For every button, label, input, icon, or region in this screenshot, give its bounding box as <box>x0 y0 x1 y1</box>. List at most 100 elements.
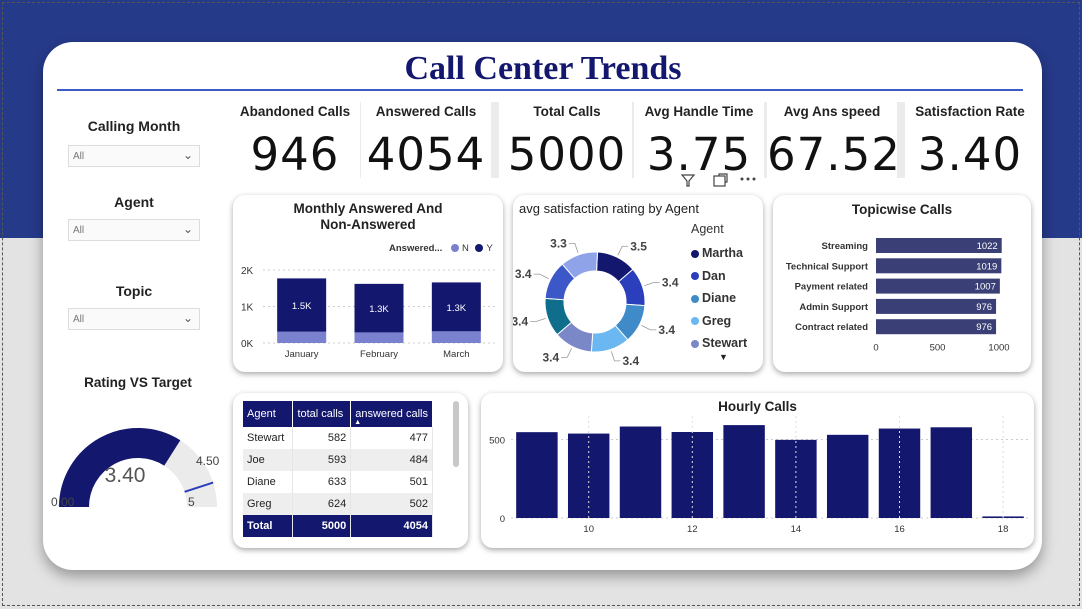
cell-total-calls: 633 <box>292 471 352 493</box>
monthly-chart-plot: 2K 1K 0K 1.5K January 1.3K February 1.3K March <box>241 266 495 360</box>
leader-line <box>644 282 660 287</box>
donut-chart-card[interactable]: avg satisfaction rating by Agent 3.5 3.4 3… <box>513 195 763 372</box>
slicer-label-topic: Topic <box>115 283 153 299</box>
table-scrollbar[interactable] <box>453 401 459 467</box>
leader-line <box>530 317 546 322</box>
data-label: 976 <box>976 322 992 333</box>
leader-line <box>561 348 573 358</box>
chevron-down-icon[interactable]: ⌄ <box>183 148 193 162</box>
y-tick-label: 0 <box>500 514 505 525</box>
cell-total-calls: 624 <box>292 493 352 515</box>
column-header-total-calls[interactable]: total calls <box>292 401 352 427</box>
slicer-topic[interactable]: All ⌄ <box>68 308 200 330</box>
bar-hour[interactable] <box>671 432 714 518</box>
legend-marker <box>691 294 699 303</box>
bar-hour[interactable] <box>516 432 558 518</box>
kpi-label: Satisfaction Rate <box>915 104 1025 119</box>
bar-non-answered[interactable] <box>431 331 481 343</box>
kpi-total-calls[interactable]: Total Calls 5000 <box>502 102 640 181</box>
category-label: Streaming <box>822 241 869 252</box>
x-tick-label: March <box>443 349 469 360</box>
kpi-divider <box>491 102 499 178</box>
cell-answered-calls: 501 <box>350 471 433 493</box>
title-divider <box>57 89 1023 91</box>
legend-item-diane[interactable]: Diane <box>691 287 747 310</box>
kpi-avg-ans-speed[interactable]: Avg Ans speed 67.52 <box>767 102 905 181</box>
bar-hour[interactable] <box>723 425 765 518</box>
filter-icon[interactable] <box>680 174 696 187</box>
slicer-value-agent: All <box>73 225 85 236</box>
donut-legend-title: Agent <box>691 222 724 236</box>
donut-legend: Martha Dan Diane Greg Stewart <box>691 242 747 355</box>
legend-label: Greg <box>702 313 732 328</box>
gauge-max-label: 5 <box>188 495 195 509</box>
legend-label: Dan <box>702 268 726 283</box>
sort-ascending-icon[interactable]: ▲ <box>354 419 361 426</box>
bar-non-answered[interactable] <box>354 332 404 343</box>
page-title: Call Center Trends <box>404 50 682 87</box>
kpi-label: Total Calls <box>533 104 601 119</box>
data-label: 3.4 <box>542 350 559 364</box>
legend-marker <box>691 272 699 281</box>
agent-table-card[interactable]: Agent total calls answered calls ▲ Stewa… <box>233 393 468 548</box>
y-tick-label: 0K <box>241 339 254 350</box>
hourly-chart-card[interactable]: Hourly Calls 500 0 10 12 14 16 18 <box>481 393 1034 548</box>
data-label: 3.4 <box>658 323 675 337</box>
table-row[interactable]: Greg 624 502 <box>243 493 433 515</box>
table-row[interactable]: Diane 633 501 <box>243 471 433 493</box>
legend-more-icon[interactable]: ▼ <box>719 352 728 362</box>
x-tick-label: 10 <box>583 524 594 535</box>
slicer-label-calling-month: Calling Month <box>87 118 181 134</box>
data-label: 976 <box>976 302 992 313</box>
bar-hour[interactable] <box>619 426 662 518</box>
data-label: 1019 <box>976 261 997 272</box>
monthly-chart-card[interactable]: Monthly Answered And Non-Answered Answer… <box>233 195 503 372</box>
slicer-calling-month[interactable]: All ⌄ <box>68 145 200 167</box>
bar-non-answered[interactable] <box>277 331 327 343</box>
table-row[interactable]: Joe 593 484 <box>243 449 433 471</box>
kpi-value: 5000 <box>507 128 627 181</box>
gauge-min-label: 0.00 <box>51 495 75 509</box>
column-header-answered-calls[interactable]: answered calls ▲ <box>350 401 433 427</box>
data-label: 3.3 <box>550 236 567 250</box>
bar-hour[interactable] <box>930 427 973 518</box>
gauge-target-label: 4.50 <box>196 454 220 468</box>
more-options-icon[interactable] <box>740 177 756 181</box>
cell-agent: Greg <box>243 493 294 515</box>
kpi-abandoned-calls[interactable]: Abandoned Calls 946 <box>230 102 368 181</box>
topic-chart-plot: Streaming 1022 Technical Support 1019 Paymen… <box>786 238 1010 354</box>
legend-item-greg[interactable]: Greg <box>691 310 747 333</box>
slicer-value-calling-month: All <box>73 151 85 162</box>
data-label: 1.3K <box>369 304 389 315</box>
legend-item-dan[interactable]: Dan <box>691 265 747 288</box>
column-header-agent[interactable]: Agent <box>243 401 294 427</box>
chevron-down-icon[interactable]: ⌄ <box>183 311 193 325</box>
slicer-label-agent: Agent <box>114 194 154 210</box>
x-tick-label: 12 <box>687 524 698 535</box>
column-header-label: answered calls <box>355 408 428 420</box>
leader-line <box>641 324 657 331</box>
cell-total-label: Total <box>243 515 294 537</box>
focus-mode-icon[interactable] <box>713 173 728 187</box>
chevron-down-icon[interactable]: ⌄ <box>183 222 193 236</box>
kpi-satisfaction-rate[interactable]: Satisfaction Rate 3.40 <box>905 102 1035 181</box>
cell-answered-calls: 484 <box>350 449 433 471</box>
kpi-label: Answered Calls <box>375 104 477 119</box>
x-tick-label: 0 <box>873 343 878 354</box>
agent-table: Agent total calls answered calls ▲ Stewa… <box>243 401 433 537</box>
legend-item-martha[interactable]: Martha <box>691 242 747 265</box>
rating-gauge[interactable] <box>43 392 233 512</box>
category-label: Admin Support <box>799 302 868 313</box>
cell-agent: Stewart <box>243 427 294 449</box>
kpi-avg-handle-time[interactable]: Avg Handle Time 3.75 <box>634 102 772 181</box>
data-label: 1007 <box>975 282 996 293</box>
topic-chart-card[interactable]: Topicwise Calls Streaming 1022 Technical S… <box>773 195 1031 372</box>
slicer-agent[interactable]: All ⌄ <box>68 219 200 241</box>
x-tick-label: February <box>360 349 398 360</box>
bar-hour[interactable] <box>826 434 869 518</box>
kpi-answered-calls[interactable]: Answered Calls 4054 <box>361 102 499 181</box>
table-row[interactable]: Stewart 582 477 <box>243 427 433 449</box>
category-label: Payment related <box>795 282 869 293</box>
leader-line <box>617 245 629 256</box>
data-label: 1.5K <box>292 301 312 312</box>
